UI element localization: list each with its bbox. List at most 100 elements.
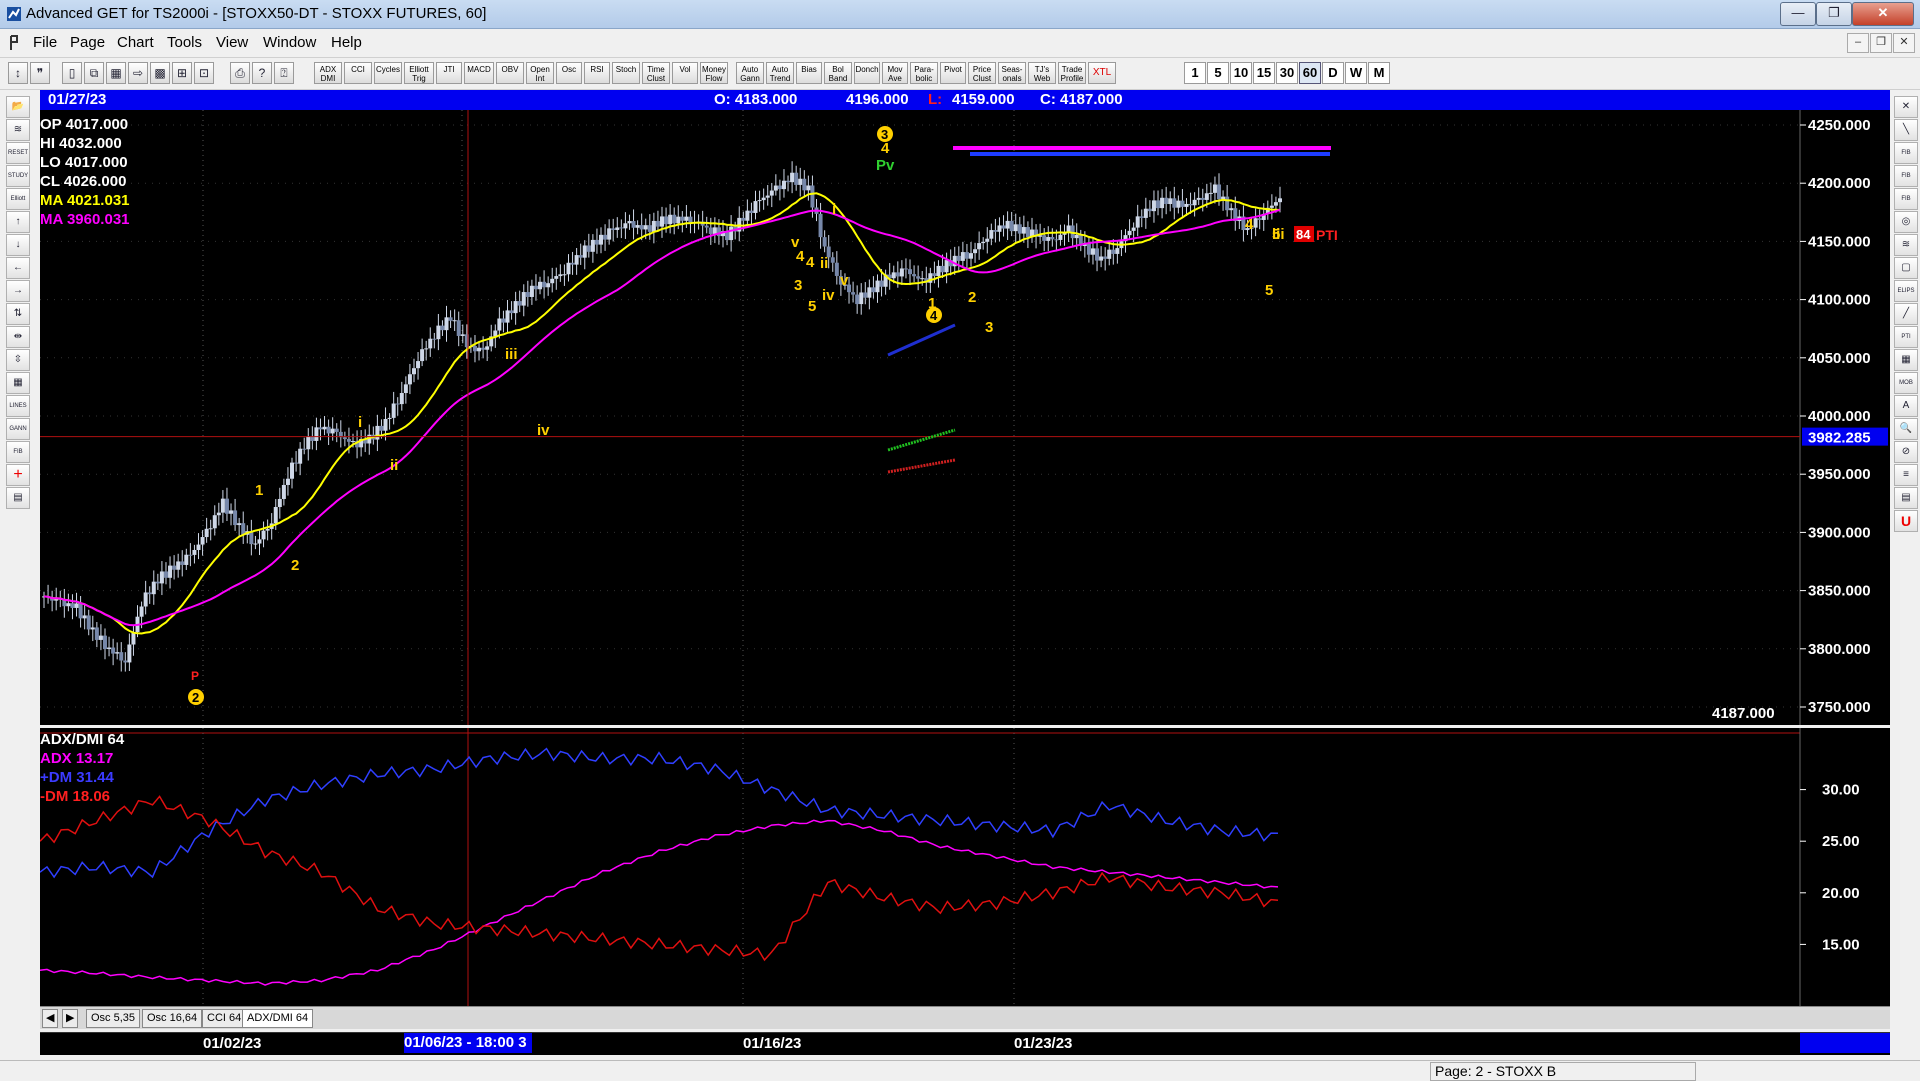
toolbar-button-vol[interactable]: Vol	[672, 62, 698, 84]
right-tool-14-icon[interactable]: 🔍	[1894, 418, 1918, 440]
mdi-minimize-button[interactable]: –	[1847, 33, 1869, 53]
right-tool-4-icon[interactable]: FIB TIME	[1894, 188, 1918, 210]
new-page-icon[interactable]: ▯	[62, 62, 82, 84]
toolbar-button-auto-trend[interactable]: Auto Trend	[766, 62, 794, 84]
timeframe-m[interactable]: M	[1368, 62, 1390, 84]
toolbar-button-bol-band[interactable]: Bol Band	[824, 62, 852, 84]
left-tool-9-icon[interactable]: ⇅	[6, 303, 30, 325]
timeframe-d[interactable]: D	[1322, 62, 1344, 84]
menu-tools[interactable]: Tools	[167, 34, 202, 51]
toolbar-button-price-clust[interactable]: Price Clust	[968, 62, 996, 84]
timeframe-15[interactable]: 15	[1253, 62, 1275, 84]
left-tool-17-icon[interactable]: ▤	[6, 487, 30, 509]
minimize-button[interactable]: —	[1780, 2, 1816, 26]
left-tool-0-icon[interactable]: 📂	[6, 96, 30, 118]
left-tool-5-icon[interactable]: ↑	[6, 211, 30, 233]
right-tool-17-icon[interactable]: ▤	[1894, 487, 1918, 509]
toolbar-button-donch[interactable]: Donch	[854, 62, 880, 84]
menu-page[interactable]: Page	[70, 34, 105, 51]
menu-file[interactable]: File	[33, 34, 57, 51]
toolbar-button-stoch[interactable]: Stoch	[612, 62, 640, 84]
right-tool-3-icon[interactable]: FIB EXT	[1894, 165, 1918, 187]
toolbar-button-seas-onals[interactable]: Seas- onals	[998, 62, 1026, 84]
right-tool-11-icon[interactable]: ▦	[1894, 349, 1918, 371]
toolbar-button-para-bolic[interactable]: Para- bolic	[910, 62, 938, 84]
left-tool-15-icon[interactable]: FIB	[6, 441, 30, 463]
tab-scroll-left[interactable]: ◀	[42, 1009, 59, 1028]
print-icon[interactable]: ⎙	[230, 62, 250, 84]
left-tool-2-icon[interactable]: RESET	[6, 142, 30, 164]
menu-help[interactable]: Help	[331, 34, 362, 51]
toolbar-button-open-int[interactable]: Open Int	[526, 62, 554, 84]
left-tool-7-icon[interactable]: ←	[6, 257, 30, 279]
toolbar-button-bias[interactable]: Bias	[796, 62, 822, 84]
right-tool-2-icon[interactable]: FIB RET	[1894, 142, 1918, 164]
toolbar-button-macd[interactable]: MACD	[464, 62, 494, 84]
timeframe-30[interactable]: 30	[1276, 62, 1298, 84]
toolbar-button-xtl[interactable]: XTL	[1088, 62, 1116, 84]
right-tool-6-icon[interactable]: ≋	[1894, 234, 1918, 256]
toolbar-button-elliott-trig[interactable]: Elliott Trig	[404, 62, 434, 84]
toolbar-button-rsi[interactable]: RSI	[584, 62, 610, 84]
timeframe-1[interactable]: 1	[1184, 62, 1206, 84]
toolbar-button-auto-gann[interactable]: Auto Gann	[736, 62, 764, 84]
timeframe-60[interactable]: 60	[1299, 62, 1321, 84]
right-tool-10-icon[interactable]: PTI	[1894, 326, 1918, 348]
left-tool-11-icon[interactable]: ⇳	[6, 349, 30, 371]
pointer-icon[interactable]: ↕	[8, 62, 28, 84]
left-tool-13-icon[interactable]: LINES	[6, 395, 30, 417]
left-tool-8-icon[interactable]: →	[6, 280, 30, 302]
right-tool-12-icon[interactable]: MOB	[1894, 372, 1918, 394]
expand-icon[interactable]: ⊡	[194, 62, 214, 84]
tab-osc-5-35[interactable]: Osc 5,35	[86, 1009, 141, 1028]
left-tool-4-icon[interactable]: Elliott	[6, 188, 30, 210]
left-tool-12-icon[interactable]: ▦	[6, 372, 30, 394]
menu-window[interactable]: Window	[263, 34, 316, 51]
tab-osc-16-64[interactable]: Osc 16,64	[142, 1009, 203, 1028]
close-button[interactable]: ✕	[1852, 2, 1914, 26]
menu-chart[interactable]: Chart	[117, 34, 154, 51]
right-tool-5-icon[interactable]: ◎	[1894, 211, 1918, 233]
right-tool-9-icon[interactable]: ╱	[1894, 303, 1918, 325]
right-tool-1-icon[interactable]: ╲	[1894, 119, 1918, 141]
mdi-restore-button[interactable]: ❐	[1870, 33, 1892, 53]
price-chart[interactable]: 4250.000 4200.000 4150.000 4100.000 4050.000…	[40, 110, 1890, 725]
toolbar-button-pivot[interactable]: Pivot	[940, 62, 966, 84]
timeframe-10[interactable]: 10	[1230, 62, 1252, 84]
toolbar-button-money-flow[interactable]: Money Flow	[700, 62, 728, 84]
timeframe-5[interactable]: 5	[1207, 62, 1229, 84]
right-tool-7-icon[interactable]: ▢	[1894, 257, 1918, 279]
maximize-button[interactable]: ❐	[1816, 2, 1852, 26]
left-tool-6-icon[interactable]: ↓	[6, 234, 30, 256]
mdi-close-button[interactable]: ✕	[1893, 33, 1915, 53]
right-tool-0-icon[interactable]: ✕	[1894, 96, 1918, 118]
left-tool-16-icon[interactable]: +	[6, 464, 30, 486]
right-tool-15-icon[interactable]: ⊘	[1894, 441, 1918, 463]
grid-icon[interactable]: ▦	[106, 62, 126, 84]
toolbar-button-tj-s-web[interactable]: TJ's Web	[1028, 62, 1056, 84]
arrow-icon[interactable]: ⇨	[128, 62, 148, 84]
toolbar-button-jti[interactable]: JTI	[436, 62, 462, 84]
tab-scroll-right[interactable]: ▶	[62, 1009, 79, 1028]
copy-icon[interactable]: ⧉	[84, 62, 104, 84]
toolbar-button-obv[interactable]: OBV	[496, 62, 524, 84]
left-tool-3-icon[interactable]: STUDY	[6, 165, 30, 187]
right-tool-16-icon[interactable]: ≡	[1894, 464, 1918, 486]
layout-icon[interactable]: ⊞	[172, 62, 192, 84]
tab-cci-64[interactable]: CCI 64	[202, 1009, 247, 1028]
tab-adx-dmi-64[interactable]: ADX/DMI 64	[242, 1009, 314, 1028]
toolbar-button-cycles[interactable]: Cycles	[374, 62, 402, 84]
toolbar-button-adx-dmi[interactable]: ADX DMI	[314, 62, 342, 84]
right-tool-13-icon[interactable]: A	[1894, 395, 1918, 417]
context-help-icon[interactable]: ⍰	[274, 62, 294, 84]
right-tool-8-icon[interactable]: ELIPS	[1894, 280, 1918, 302]
toolbar-button-mov-ave[interactable]: Mov Ave	[882, 62, 908, 84]
menu-view[interactable]: View	[216, 34, 248, 51]
right-tool-18-icon[interactable]: U	[1894, 510, 1918, 532]
adx-dmi-chart[interactable]: 30.00 25.00 20.00 15.00 ADX/DMI 64 ADX 13.1…	[40, 728, 1890, 1006]
tile-icon[interactable]: ▩	[150, 62, 170, 84]
help-icon[interactable]: ?	[252, 62, 272, 84]
toolbar-button-trade-profile[interactable]: Trade Profile	[1058, 62, 1086, 84]
left-tool-1-icon[interactable]: ≋	[6, 119, 30, 141]
toolbar-button-cci[interactable]: CCI	[344, 62, 372, 84]
